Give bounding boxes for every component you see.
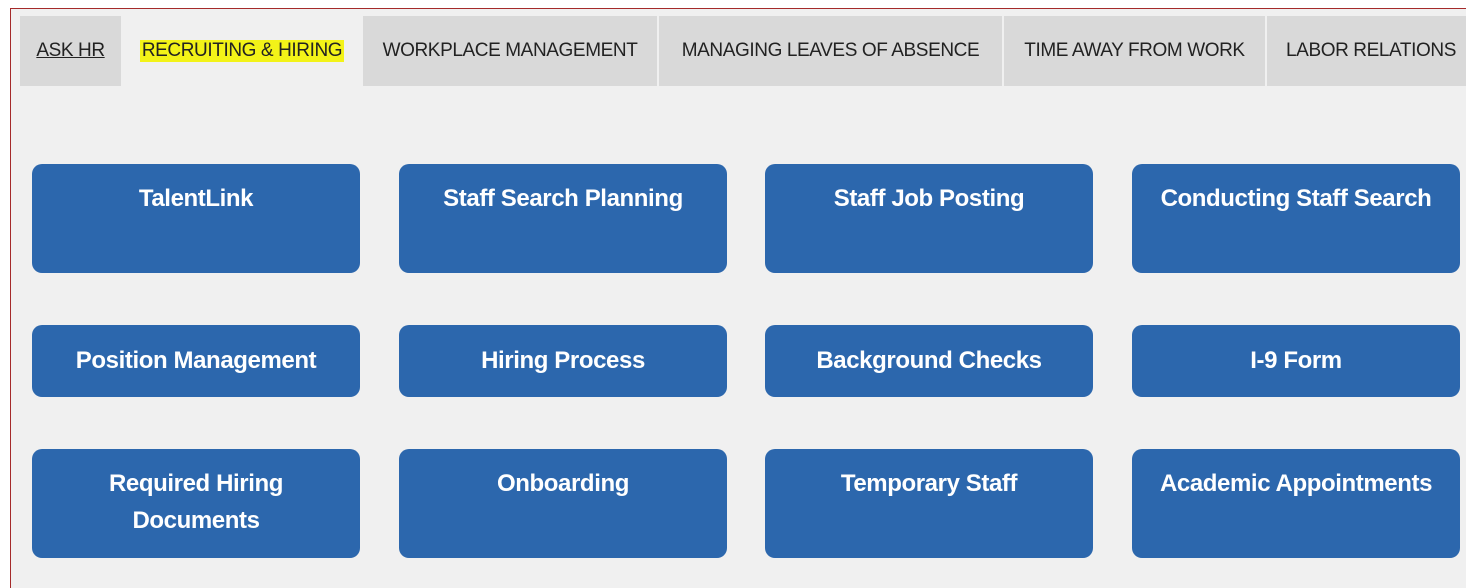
required-hiring-documents-button[interactable]: Required Hiring Documents	[32, 449, 360, 558]
tab-time-away-from-work[interactable]: TIME AWAY FROM WORK	[1004, 16, 1267, 86]
tab-label: TIME AWAY FROM WORK	[1024, 40, 1245, 61]
tab-managing-leaves-of-absence[interactable]: MANAGING LEAVES OF ABSENCE	[659, 16, 1004, 86]
tab-ask-hr[interactable]: ASK HR	[20, 16, 123, 86]
staff-job-posting-button[interactable]: Staff Job Posting	[765, 164, 1093, 273]
temporary-staff-button[interactable]: Temporary Staff	[765, 449, 1093, 558]
hr-panel: ASK HR RECRUITING & HIRING WORKPLACE MAN…	[10, 8, 1466, 588]
tab-recruiting-hiring[interactable]: RECRUITING & HIRING	[123, 16, 363, 86]
tab-label: MANAGING LEAVES OF ABSENCE	[681, 40, 980, 61]
tab-workplace-management[interactable]: WORKPLACE MANAGEMENT	[363, 16, 659, 86]
position-management-button[interactable]: Position Management	[32, 325, 360, 397]
hiring-process-button[interactable]: Hiring Process	[399, 325, 727, 397]
tab-label: ASK HR	[36, 40, 105, 61]
onboarding-button[interactable]: Onboarding	[399, 449, 727, 558]
talentlink-button[interactable]: TalentLink	[32, 164, 360, 273]
i9-form-button[interactable]: I-9 Form	[1132, 325, 1460, 397]
tab-label: WORKPLACE MANAGEMENT	[382, 40, 638, 61]
tab-label: LABOR RELATIONS	[1286, 40, 1456, 61]
tab-labor-relations[interactable]: LABOR RELATIONS	[1267, 16, 1466, 86]
tab-bar: ASK HR RECRUITING & HIRING WORKPLACE MAN…	[20, 16, 1466, 86]
conducting-staff-search-button[interactable]: Conducting Staff Search	[1132, 164, 1460, 273]
tab-label: RECRUITING & HIRING	[139, 40, 345, 62]
staff-search-planning-button[interactable]: Staff Search Planning	[399, 164, 727, 273]
academic-appointments-button[interactable]: Academic Appointments	[1132, 449, 1460, 558]
background-checks-button[interactable]: Background Checks	[765, 325, 1093, 397]
